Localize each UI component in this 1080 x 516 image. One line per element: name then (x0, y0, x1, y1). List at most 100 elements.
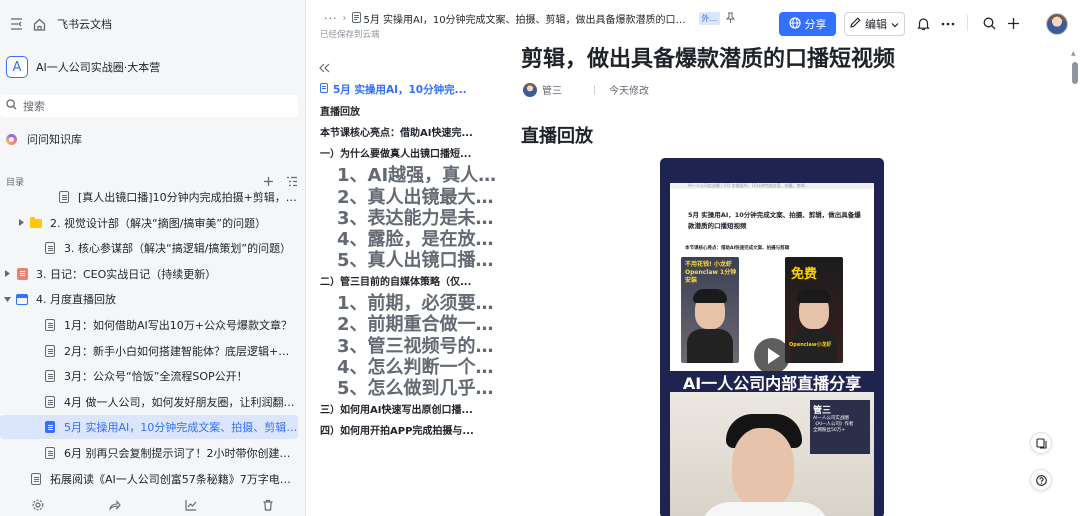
tree-item[interactable]: 4. 月度直播回放 (0, 287, 298, 311)
breadcrumb-more[interactable]: ··· (324, 12, 338, 25)
doc-icon-glyph (45, 395, 55, 408)
caret-right-icon[interactable] (2, 269, 12, 279)
sidebar: 飞书云文档 A AI一人公司实战圈·大本营 搜索 问问知识库 目录 [真人出镜口… (0, 0, 306, 516)
create-icon[interactable] (1006, 16, 1021, 31)
doc-icon (44, 421, 56, 434)
edit-mode-button[interactable]: 编辑 (844, 12, 905, 36)
author-avatar[interactable] (523, 82, 537, 97)
tree-item-label: 5月 实操用AI，10分钟完成文案、拍摄、剪辑，... (64, 421, 298, 435)
outline-item[interactable]: 3、表达能力是未来非常重要的... (325, 208, 503, 226)
outline-item[interactable]: 三）如何用AI快速写出原创口播... (320, 400, 498, 418)
outline-item-label: 一）为什么要做真人出镜口播短... (320, 149, 472, 161)
outline-item[interactable]: 本节课核心亮点：借助AI快速完... (320, 123, 498, 141)
outline-item-label: 1、前期，必须要有自己的主要... (337, 293, 503, 311)
outline-item[interactable]: 四）如何用开拍APP完成拍摄与... (320, 421, 498, 439)
pencil-icon (850, 17, 861, 31)
outline-item[interactable]: 3、管三视频号的短视频选题来... (325, 336, 503, 354)
play-button-icon[interactable] (754, 338, 790, 374)
outline-item[interactable]: 4、露脸，是在放大人生机会 (325, 229, 503, 247)
home-icon[interactable] (33, 17, 47, 31)
save-status: 已经保存到云端 (320, 30, 380, 40)
doc-icon (44, 344, 56, 357)
tree-item[interactable]: 2月：新手小白如何搭建智能体？底层逻辑+国内... (0, 339, 298, 363)
comment-panel-icon[interactable] (1030, 432, 1052, 454)
chevron-down-icon (891, 18, 899, 31)
collapse-sidebar-icon[interactable] (9, 17, 23, 31)
breadcrumb: ··· › 5月 实操用AI，10分钟完成文案、拍摄、剪辑，做出具备爆款潜质的口… (324, 11, 736, 26)
outline-item[interactable]: 一）为什么要做真人出镜口播短... (320, 144, 498, 162)
outline-item[interactable]: 4、怎么判断一个选题是否值得... (325, 357, 503, 375)
outline-item-label: 5月 实操用AI，10分钟完... (333, 83, 467, 96)
space-header[interactable]: A AI一人公司实战圈·大本营 (6, 55, 160, 79)
caret-down-icon[interactable] (2, 294, 12, 304)
outline-item[interactable]: 2、真人出镜最大的优势，是建... (325, 187, 503, 205)
outline-item[interactable]: 2、前期重合做一个平台 (325, 314, 503, 332)
thumbnail-body (687, 329, 733, 363)
more-icon[interactable] (940, 16, 955, 31)
author-name[interactable]: 管三 (542, 82, 562, 97)
outline-item[interactable]: 5、怎么做到几乎日更? (325, 378, 503, 396)
caret-right-icon[interactable] (16, 218, 26, 228)
screenshot-title: 5月 实操用AI，10分钟完成文案、拍摄、剪辑，做出具备爆款潜质的口播短视频 (688, 211, 861, 230)
tree-item[interactable]: 拓展阅读《AI一人公司创富57条秘籍》7万字电子版 学... (0, 467, 298, 491)
app-brand[interactable]: 飞书云文档 (57, 16, 112, 32)
trash-icon[interactable] (261, 499, 274, 512)
help-icon[interactable] (1030, 469, 1052, 491)
video-thumbnail-2: 免费 Openclaw小龙虾 (785, 257, 843, 363)
video-caption: AI一人公司内部直播分享 (682, 374, 862, 393)
outline-item[interactable]: 直播回放 (320, 101, 498, 119)
thumbnail-caption: 不用花钱! 小龙虾Openclaw 1分钟安装 (685, 261, 737, 284)
tree-item-label: 4. 月度直播回放 (36, 293, 116, 307)
outline-item-label: 2、真人出镜最大的优势，是建... (337, 186, 503, 205)
doc-small-icon (320, 82, 328, 96)
tree-item[interactable]: 5月 实操用AI，10分钟完成文案、拍摄、剪辑，... (0, 415, 298, 440)
tree-item-label: 3. 核心参谋部（解决“搞逻辑/搞策划”的问题） (64, 242, 292, 256)
external-tag[interactable]: 外... (698, 12, 721, 25)
share-arrow-icon[interactable] (108, 499, 121, 512)
tree-item[interactable]: 4月 做一人公司，如何发好朋友圈，让利润翻倍? (0, 390, 298, 414)
bell-icon[interactable] (916, 16, 931, 31)
outline-item-label: 直播回放 (320, 106, 360, 118)
table-icon-glyph (16, 293, 28, 305)
doc-icon (44, 319, 56, 331)
analytics-icon[interactable] (185, 499, 198, 512)
outline-item[interactable]: 二）管三目前的自媒体策略（仅... (320, 272, 498, 290)
user-avatar[interactable] (1046, 13, 1068, 35)
search-icon[interactable] (982, 16, 997, 31)
sidebar-top-bar: 飞书云文档 (0, 10, 306, 38)
tree-item[interactable]: 3月：公众号“恰饭”全流程SOP公开！ (0, 364, 298, 388)
doc-title[interactable]: 剪辑，做出具备爆款潜质的口播短视频 (521, 46, 895, 73)
outline-title[interactable]: 5月 实操用AI，10分钟完... (320, 80, 498, 98)
tree-item[interactable]: 2. 视觉设计部（解决“摘图/搞审美”的问题） (0, 211, 298, 235)
scroll-up-icon[interactable]: ▲ (1071, 50, 1076, 57)
share-button[interactable]: 分享 (779, 12, 836, 36)
doc-icon (44, 447, 56, 459)
outline-item[interactable]: 5、真人出镜口播，其实门槛没... (325, 250, 503, 268)
outline-item[interactable]: 1、前期，必须要有自己的主要... (325, 293, 503, 311)
speaker-shirt (700, 502, 830, 516)
doc-scrollbar[interactable] (1072, 62, 1078, 84)
collapse-outline-icon[interactable] (319, 61, 330, 77)
doc-content: 剪辑，做出具备爆款潜质的口播短视频 管三 今天修改 直播回放 AI一人公司实战圈… (502, 46, 1068, 516)
settings-icon[interactable] (32, 499, 45, 512)
speaker-name-card: 管三 AI一人公司实战圈 《AI一人公司》作者 全网粉丝50万+ (810, 400, 870, 454)
tree-item[interactable]: 6月 别再只会复制提示词了！2小时带你创建第一... (0, 441, 298, 465)
screenshot-subheading: 本节课核心亮点：借助AI快速完成文案、拍摄与剪辑 (685, 246, 790, 251)
tree-item[interactable]: 3. 核心参谋部（解决“搞逻辑/搞策划”的问题） (0, 236, 298, 260)
section-heading[interactable]: 直播回放 (521, 122, 593, 148)
video-player[interactable]: AI一人公司实战圈 | 5月 实操用AI，10分钟完成文案、拍摄、剪辑... 5… (660, 158, 884, 516)
outline-item-label: 二）管三目前的自媒体策略（仅... (320, 277, 472, 289)
outline-item-label: 2、前期重合做一个平台 (337, 314, 503, 333)
notebook-icon-glyph (16, 267, 28, 280)
ask-knowledge-base[interactable]: 问问知识库 (6, 130, 82, 148)
tree-item[interactable]: [真人出镜口播]10分钟内完成拍摄+剪辑，做一条... (0, 185, 298, 209)
search-input[interactable]: 搜索 (0, 95, 298, 117)
tree-item[interactable]: 3. 日记：CEO实战日记（持续更新） (0, 262, 298, 286)
pin-icon[interactable] (725, 12, 736, 26)
doc-icon (44, 370, 56, 383)
outline-item-label: 1、AI越强，真人越值钱（AI时... (337, 165, 503, 184)
outline-item[interactable]: 1、AI越强，真人越值钱（AI时... (325, 165, 503, 183)
search-placeholder: 搜索 (23, 100, 45, 113)
breadcrumb-title[interactable]: 5月 实操用AI，10分钟完成文案、拍摄、剪辑，做出具备爆款潜质的口播... (364, 11, 694, 26)
tree-item[interactable]: 1月：如何借助AI写出10万+公众号爆款文章？ (0, 313, 298, 337)
